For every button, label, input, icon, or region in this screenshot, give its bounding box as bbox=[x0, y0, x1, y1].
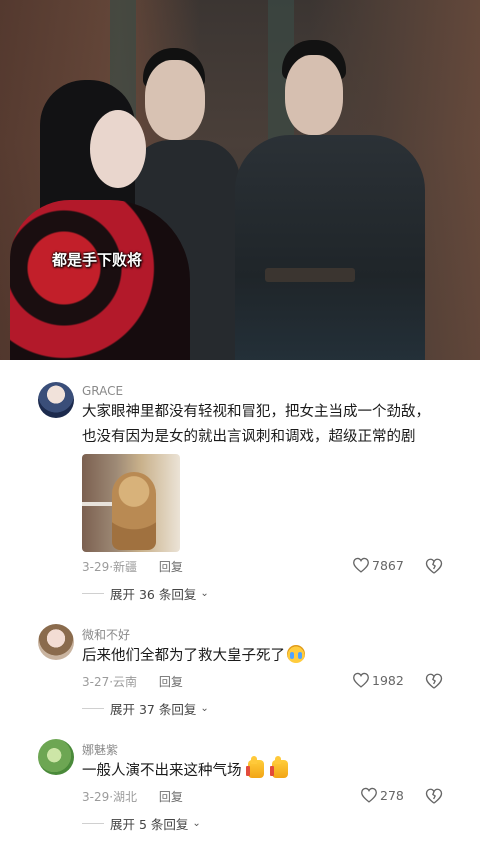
man-right-head bbox=[285, 55, 343, 135]
video-subtitle: 都是手下败将 bbox=[52, 251, 143, 269]
crying-face-icon bbox=[287, 645, 305, 663]
like-button[interactable]: 7867 bbox=[352, 557, 404, 573]
thumbs-up-icon bbox=[245, 756, 264, 778]
video-frame[interactable]: 都是手下败将 bbox=[0, 0, 480, 360]
avatar[interactable] bbox=[38, 382, 74, 418]
expand-divider bbox=[82, 593, 104, 594]
image-shelf bbox=[82, 502, 112, 506]
woman-red-robe bbox=[10, 200, 190, 360]
reply-button[interactable]: 回复 bbox=[159, 790, 183, 804]
expand-replies-button[interactable]: 展开 37 条回复 ⌄ bbox=[82, 699, 209, 718]
expand-replies-button[interactable]: 展开 36 条回复 ⌄ bbox=[82, 584, 209, 603]
chevron-down-icon: ⌄ bbox=[200, 703, 209, 714]
comment-text-line: 也没有因为是女的就出言讽刺和调戏，超级正常的剧 bbox=[82, 429, 416, 445]
like-count: 1982 bbox=[372, 672, 404, 688]
image-figure bbox=[112, 472, 156, 550]
broken-heart-icon[interactable] bbox=[425, 557, 443, 575]
comment-username[interactable]: GRACE bbox=[82, 384, 123, 398]
thumbs-up-icon bbox=[269, 756, 288, 778]
man-right-body bbox=[235, 135, 425, 360]
woman-face bbox=[90, 110, 146, 188]
man-left-head bbox=[145, 60, 205, 140]
heart-icon bbox=[353, 557, 369, 573]
comment-text: 大家眼神里都没有轻视和冒犯，把女主当成一个劲敌， 也没有因为是女的就出言讽刺和调… bbox=[82, 400, 462, 450]
chevron-down-icon: ⌄ bbox=[192, 818, 201, 829]
heart-icon bbox=[353, 672, 369, 688]
broken-heart-icon[interactable] bbox=[425, 787, 443, 805]
comment-date-location: 3-27·云南 bbox=[82, 675, 138, 689]
comment-username[interactable]: 微和不好 bbox=[82, 626, 130, 643]
comment-list: GRACE 大家眼神里都没有轻视和冒犯，把女主当成一个劲敌， 也没有因为是女的就… bbox=[0, 360, 480, 853]
comment-text-content: 一般人演不出来这种气场 bbox=[82, 763, 242, 779]
expand-divider bbox=[82, 823, 104, 824]
like-button[interactable]: 278 bbox=[360, 787, 404, 803]
heart-icon bbox=[361, 787, 377, 803]
comment-date-location: 3-29·新疆 bbox=[82, 560, 138, 574]
reply-button[interactable]: 回复 bbox=[159, 675, 183, 689]
chevron-down-icon: ⌄ bbox=[200, 588, 209, 599]
like-button[interactable]: 1982 bbox=[352, 672, 404, 688]
avatar[interactable] bbox=[38, 624, 74, 660]
expand-replies-label: 展开 5 条回复 bbox=[110, 817, 189, 832]
man-right-belt bbox=[265, 268, 355, 282]
avatar[interactable] bbox=[38, 739, 74, 775]
broken-heart-icon[interactable] bbox=[425, 672, 443, 690]
comment-meta: 3-29·湖北 回复 bbox=[82, 788, 183, 805]
comment-text: 一般人演不出来这种气场 bbox=[82, 756, 462, 784]
expand-replies-button[interactable]: 展开 5 条回复 ⌄ bbox=[82, 814, 201, 833]
comment-username[interactable]: 娜魅紫 bbox=[82, 741, 118, 758]
comment-meta: 3-29·新疆 回复 bbox=[82, 558, 183, 575]
like-count: 7867 bbox=[372, 557, 404, 573]
expand-divider bbox=[82, 708, 104, 709]
comment-image[interactable] bbox=[82, 454, 180, 552]
like-count: 278 bbox=[380, 787, 404, 803]
comment-text: 后来他们全都为了救大皇子死了 bbox=[82, 644, 462, 669]
comment-text-line: 大家眼神里都没有轻视和冒犯，把女主当成一个劲敌， bbox=[82, 404, 430, 420]
reply-button[interactable]: 回复 bbox=[159, 560, 183, 574]
comment-date-location: 3-29·湖北 bbox=[82, 790, 138, 804]
comment-text-content: 后来他们全都为了救大皇子死了 bbox=[82, 648, 285, 664]
expand-replies-label: 展开 36 条回复 bbox=[110, 587, 197, 602]
comment-meta: 3-27·云南 回复 bbox=[82, 673, 183, 690]
expand-replies-label: 展开 37 条回复 bbox=[110, 702, 197, 717]
